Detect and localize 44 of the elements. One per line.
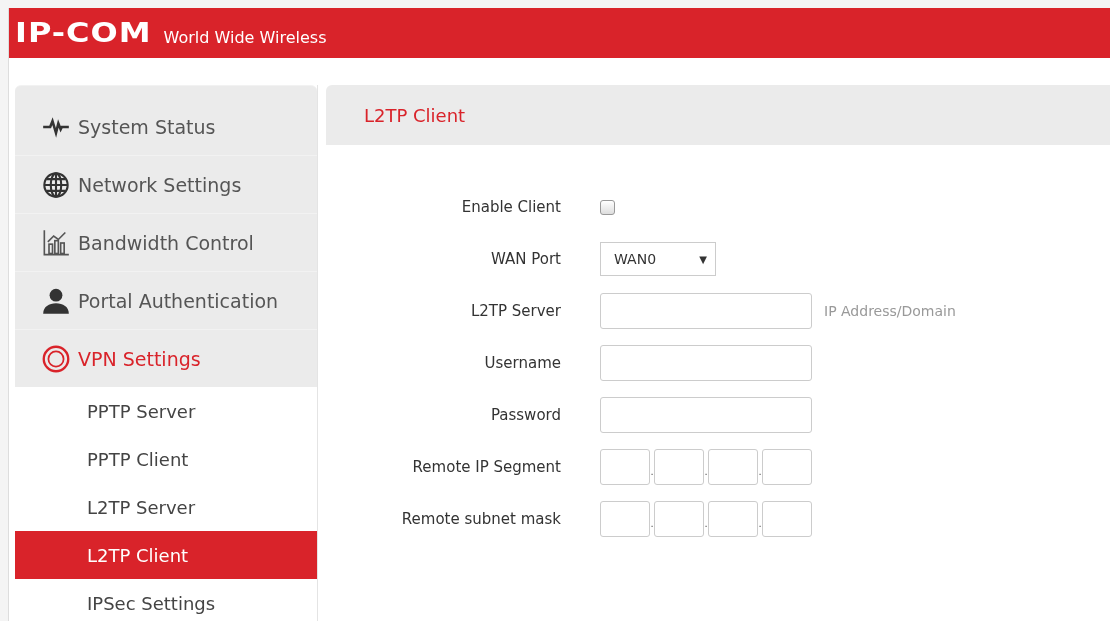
- bar-chart-icon: [42, 228, 70, 257]
- ip-octet-field[interactable]: [762, 501, 812, 537]
- separator: .: [758, 466, 762, 477]
- globe-icon: [42, 170, 70, 199]
- ip-octet-field[interactable]: [708, 501, 758, 537]
- field-label: WAN Port: [490, 250, 561, 268]
- sidebar-item[interactable]: Network Settings: [15, 155, 317, 213]
- sidebar-item[interactable]: System Status: [15, 85, 317, 155]
- ip-octet-field[interactable]: [654, 501, 704, 537]
- ip-octet-field[interactable]: [654, 449, 704, 485]
- separator: .: [650, 466, 654, 477]
- submenu-item[interactable]: PPTP Server: [15, 387, 317, 435]
- separator: .: [650, 518, 654, 529]
- sidebar-item[interactable]: VPN Settings: [15, 329, 317, 387]
- person-icon: [42, 286, 70, 315]
- checkbox[interactable]: [600, 199, 615, 215]
- tagline: World Wide Wireless: [163, 27, 327, 47]
- field-label: Enable Client: [460, 198, 561, 216]
- submenu-item[interactable]: PPTP Client: [15, 435, 317, 483]
- sidebar-item[interactable]: Bandwidth Control: [15, 213, 317, 271]
- logo: IP-COM: [15, 19, 152, 47]
- field-label: L2TP Server: [469, 302, 561, 320]
- separator: .: [758, 518, 762, 529]
- field-label: Username: [483, 354, 561, 372]
- ip-octet-field[interactable]: [708, 449, 758, 485]
- field-label: Password: [489, 406, 561, 424]
- separator: .: [704, 518, 708, 529]
- dropdown[interactable]: WAN0 ▼: [600, 242, 716, 276]
- ip-octet-field[interactable]: [600, 449, 650, 485]
- ip-octet-field[interactable]: [600, 501, 650, 537]
- field-label: Remote IP Segment: [411, 458, 561, 476]
- submenu-item[interactable]: L2TP Server: [15, 483, 317, 531]
- input-field[interactable]: [600, 293, 812, 329]
- panel-title: L2TP Client: [364, 104, 466, 126]
- sidebar-item[interactable]: Portal Authentication: [15, 271, 317, 329]
- field-hint: IP Address/Domain: [824, 303, 956, 319]
- input-field[interactable]: [600, 397, 812, 433]
- field-label: Remote subnet mask: [400, 510, 561, 528]
- input-field[interactable]: [600, 345, 812, 381]
- submenu-item[interactable]: L2TP Client: [15, 531, 317, 579]
- separator: .: [704, 466, 708, 477]
- ip-octet-field[interactable]: [762, 449, 812, 485]
- vpn-icon: [42, 344, 70, 373]
- submenu-item[interactable]: IPSec Settings: [15, 579, 317, 621]
